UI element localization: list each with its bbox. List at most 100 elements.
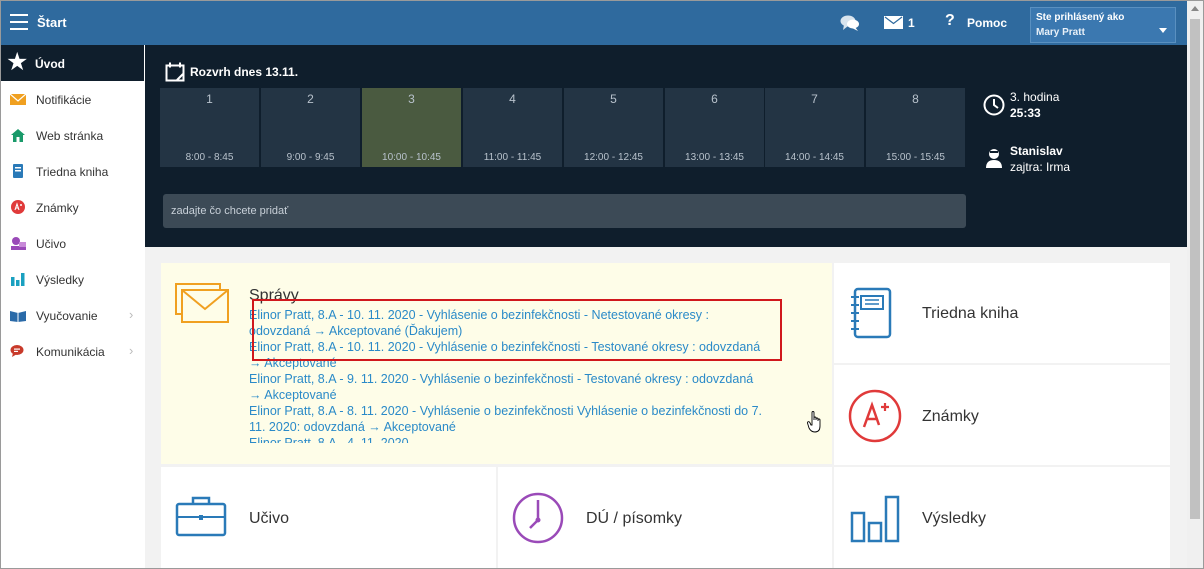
message-link[interactable]: Elinor Pratt, 8.A - 4. 11. 2020 bbox=[249, 435, 769, 443]
slot-number: 8 bbox=[912, 92, 919, 106]
schedule-slot[interactable]: 6 13:00 - 13:45 bbox=[665, 88, 764, 167]
schedule-slot[interactable]: 1 8:00 - 8:45 bbox=[160, 88, 259, 167]
message-link[interactable]: Elinor Pratt, 8.A - 9. 11. 2020 - Vyhlás… bbox=[249, 371, 769, 403]
sidebar-item-label: Web stránka bbox=[36, 129, 104, 143]
current-period: 3. hodina bbox=[1010, 90, 1060, 104]
sidebar-item-label: Notifikácie bbox=[36, 93, 92, 107]
user-name: Mary Pratt bbox=[1036, 27, 1085, 38]
schedule-slot[interactable]: 2 9:00 - 9:45 bbox=[261, 88, 360, 167]
clock-icon bbox=[512, 492, 564, 544]
class-book-tile[interactable]: Triedna kniha bbox=[834, 263, 1170, 363]
message-link[interactable]: Elinor Pratt, 8.A - 8. 11. 2020 - Vyhlás… bbox=[249, 403, 769, 435]
user-caption: Ste prihlásený ako bbox=[1036, 12, 1125, 23]
chat-icon bbox=[10, 345, 24, 357]
bar-chart-icon bbox=[850, 495, 900, 543]
book-icon bbox=[13, 164, 23, 178]
lesson-icon bbox=[11, 237, 26, 250]
sidebar-item-triedna-kniha[interactable]: Triedna kniha bbox=[1, 153, 144, 189]
star-icon: ★ bbox=[6, 48, 29, 76]
sidebar-item-komunikacia[interactable]: Komunikácia › bbox=[1, 333, 144, 369]
slot-number: 3 bbox=[408, 92, 415, 106]
hamburger-menu-icon[interactable] bbox=[10, 14, 28, 30]
sidebar-item-label: Úvod bbox=[35, 57, 65, 71]
help-link[interactable]: Pomoc bbox=[967, 16, 1007, 30]
bar-chart-icon bbox=[11, 273, 25, 286]
user-dropdown[interactable]: Ste prihlásený ako Mary Pratt bbox=[1030, 7, 1176, 43]
slot-number: 2 bbox=[307, 92, 314, 106]
scroll-up-arrow-icon[interactable] bbox=[1191, 6, 1199, 11]
schedule-slot[interactable]: 7 14:00 - 14:45 bbox=[765, 88, 864, 167]
help-icon[interactable]: ? bbox=[945, 12, 955, 30]
sidebar-item-znamky[interactable]: Známky bbox=[1, 189, 144, 225]
teacher-name: Stanislav bbox=[1010, 144, 1063, 158]
slot-number: 5 bbox=[610, 92, 617, 106]
grades-tile[interactable]: Známky bbox=[834, 365, 1170, 465]
chat-icon[interactable] bbox=[840, 14, 860, 32]
scroll-thumb[interactable] bbox=[1190, 19, 1200, 519]
teacher-icon bbox=[986, 149, 1002, 168]
slot-time: 11:00 - 11:45 bbox=[483, 152, 542, 163]
chevron-right-icon: › bbox=[129, 343, 134, 358]
slot-time: 8:00 - 8:45 bbox=[185, 152, 234, 163]
lessons-tile[interactable]: Učivo bbox=[161, 467, 496, 568]
schedule-slot[interactable]: 5 12:00 - 12:45 bbox=[564, 88, 663, 167]
period-countdown: 25:33 bbox=[1010, 106, 1041, 120]
slot-time: 12:00 - 12:45 bbox=[584, 152, 643, 163]
sidebar: ★ Úvod Notifikácie Web stránka Triedna k… bbox=[1, 45, 144, 568]
schedule-slot[interactable]: 4 11:00 - 11:45 bbox=[463, 88, 562, 167]
dashboard-content: Správy Elinor Pratt, 8.A - 10. 11. 2020 … bbox=[145, 247, 1187, 568]
page-scrollbar[interactable] bbox=[1187, 1, 1203, 568]
chevron-right-icon: › bbox=[129, 307, 134, 322]
schedule-title: Rozvrh dnes 13.11. bbox=[190, 65, 299, 79]
envelope-icon bbox=[10, 93, 26, 105]
sidebar-item-label: Učivo bbox=[36, 237, 67, 251]
grade-icon bbox=[11, 200, 25, 214]
briefcase-icon bbox=[175, 496, 227, 537]
mail-icon[interactable] bbox=[884, 16, 903, 29]
highlight-box bbox=[252, 299, 782, 361]
sidebar-item-label: Komunikácia bbox=[36, 345, 105, 359]
sidebar-item-ucivo[interactable]: Učivo bbox=[1, 225, 144, 261]
slot-number: 4 bbox=[509, 92, 516, 106]
open-book-icon bbox=[10, 311, 26, 322]
app-frame: Štart 1 ? Pomoc Ste prihlásený ako Mary … bbox=[0, 0, 1204, 569]
app-title[interactable]: Štart bbox=[37, 15, 67, 30]
sidebar-item-label: Triedna kniha bbox=[36, 165, 109, 179]
grade-icon bbox=[848, 389, 902, 443]
slot-number: 1 bbox=[206, 92, 213, 106]
caret-down-icon bbox=[1159, 28, 1167, 33]
slot-time: 9:00 - 9:45 bbox=[286, 152, 335, 163]
sidebar-item-label: Známky bbox=[36, 201, 79, 215]
tile-label: Výsledky bbox=[922, 510, 987, 527]
add-item-input[interactable] bbox=[163, 194, 966, 228]
schedule-panel: Rozvrh dnes 13.11. 1 8:00 - 8:45 2 9:00 … bbox=[145, 45, 1187, 247]
top-bar: Štart 1 ? Pomoc Ste prihlásený ako Mary … bbox=[1, 1, 1187, 45]
sidebar-item-vyucovanie[interactable]: Vyučovanie › bbox=[1, 297, 144, 333]
tomorrow-teacher: zajtra: Irma bbox=[1010, 160, 1071, 174]
envelope-icon bbox=[175, 283, 229, 323]
sidebar-item-uvod[interactable]: ★ Úvod bbox=[1, 45, 144, 81]
slot-time: 10:00 - 10:45 bbox=[382, 152, 441, 163]
slot-time: 15:00 - 15:45 bbox=[886, 152, 945, 163]
homework-tile[interactable]: DÚ / písomky bbox=[498, 467, 832, 568]
schedule-slot-current[interactable]: 3 10:00 - 10:45 bbox=[362, 88, 461, 167]
slot-time: 13:00 - 13:45 bbox=[685, 152, 744, 163]
tile-label: Známky bbox=[922, 408, 979, 425]
hand-cursor-icon bbox=[807, 411, 821, 433]
tile-label: DÚ / písomky bbox=[586, 510, 683, 527]
clock-icon bbox=[983, 94, 1005, 116]
sidebar-item-notifikacie[interactable]: Notifikácie bbox=[1, 81, 144, 117]
slot-time: 14:00 - 14:45 bbox=[785, 152, 844, 163]
sidebar-item-label: Vyučovanie bbox=[36, 309, 98, 323]
schedule-slot[interactable]: 8 15:00 - 15:45 bbox=[866, 88, 965, 167]
house-icon bbox=[11, 129, 25, 142]
tile-label: Triedna kniha bbox=[922, 305, 1019, 322]
calendar-icon bbox=[165, 62, 185, 82]
results-tile[interactable]: Výsledky bbox=[834, 467, 1170, 568]
tile-label: Učivo bbox=[249, 510, 290, 527]
sidebar-item-web-stranka[interactable]: Web stránka bbox=[1, 117, 144, 153]
mail-count-badge[interactable]: 1 bbox=[908, 16, 915, 30]
sidebar-item-label: Výsledky bbox=[36, 273, 85, 287]
sidebar-item-vysledky[interactable]: Výsledky bbox=[1, 261, 144, 297]
messages-tile[interactable]: Správy Elinor Pratt, 8.A - 10. 11. 2020 … bbox=[161, 263, 832, 464]
